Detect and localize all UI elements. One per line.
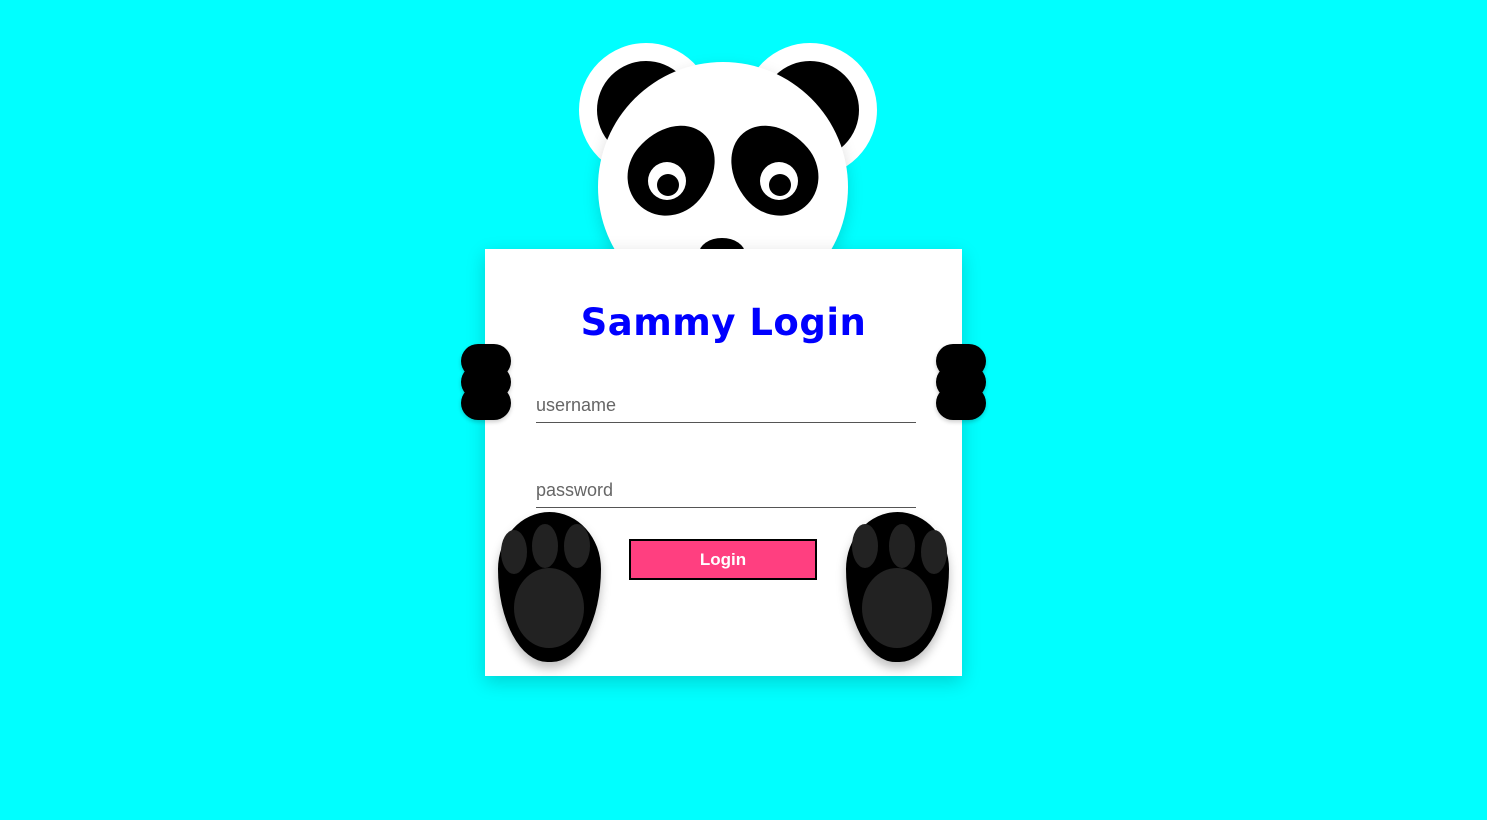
paw-pad-icon xyxy=(862,568,932,648)
username-input[interactable] xyxy=(536,388,916,423)
panda-left-hand-icon xyxy=(461,344,511,420)
password-input[interactable] xyxy=(536,473,916,508)
paw-toe-icon xyxy=(852,524,878,568)
paw-toe-icon xyxy=(564,524,590,568)
panda-right-hand-icon xyxy=(936,344,986,420)
paw-toe-icon xyxy=(532,524,558,568)
panda-left-pupil-icon xyxy=(657,174,679,196)
panda-left-eye-icon xyxy=(648,162,686,200)
paw-pad-icon xyxy=(514,568,584,648)
panda-finger-icon xyxy=(461,386,511,420)
paw-toe-icon xyxy=(889,524,915,568)
login-title: Sammy Login xyxy=(580,301,867,344)
login-button[interactable]: Login xyxy=(629,539,817,580)
panda-right-pupil-icon xyxy=(769,174,791,196)
paw-toe-icon xyxy=(921,530,947,574)
panda-right-eye-icon xyxy=(760,162,798,200)
panda-finger-icon xyxy=(936,386,986,420)
login-page: Sammy Login Login xyxy=(0,0,1487,820)
paw-toe-icon xyxy=(501,530,527,574)
